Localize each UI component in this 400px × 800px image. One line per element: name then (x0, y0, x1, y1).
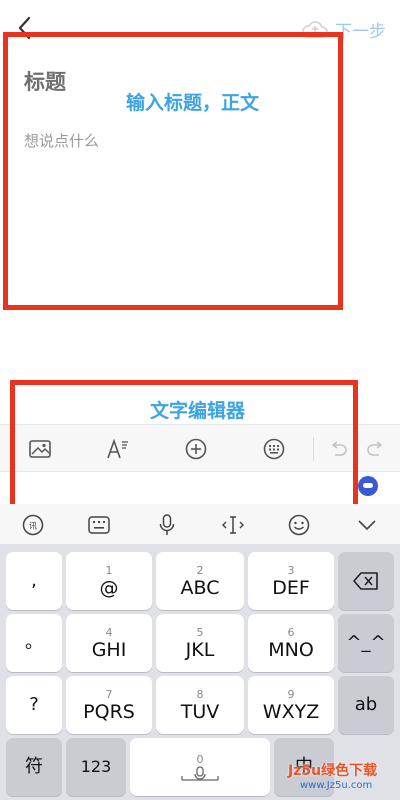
key-5[interactable]: 5 JKL (156, 614, 244, 672)
symbol-key[interactable]: 符 (6, 738, 62, 796)
ime-logo-icon[interactable]: 讯 (20, 512, 46, 538)
key-1[interactable]: 1 @ (66, 552, 152, 610)
key-question[interactable]: ? (6, 676, 62, 734)
backspace-key[interactable] (338, 552, 394, 610)
key-7[interactable]: 7 PQRS (66, 676, 152, 734)
emoji-icon[interactable] (286, 512, 312, 538)
annotation-box-editor (3, 32, 343, 310)
key-8[interactable]: 8 TUV (156, 676, 244, 734)
key-6[interactable]: 6 MNO (248, 614, 334, 672)
key-4[interactable]: 4 GHI (66, 614, 152, 672)
annotation-label-toolbar: 文字编辑器 (150, 400, 246, 422)
backspace-icon (353, 572, 378, 590)
key-2[interactable]: 2 ABC (156, 552, 244, 610)
key-period[interactable]: 。 (6, 614, 62, 672)
key-comma[interactable]: , (6, 552, 62, 610)
svg-text:讯: 讯 (29, 522, 37, 531)
space-mic-icon (181, 765, 219, 781)
annotation-label-editor: 输入标题，正文 (126, 92, 260, 114)
emoticon-key[interactable]: ^_^ (338, 614, 394, 672)
watermark: Jz5u绿色下载 (288, 763, 378, 779)
space-key[interactable]: 0 (130, 738, 270, 796)
key-9[interactable]: 9 WXYZ (248, 676, 334, 734)
keyboard-layout-icon[interactable] (86, 512, 112, 538)
numbers-key[interactable]: 123 (66, 738, 126, 796)
redo-icon[interactable] (362, 435, 390, 463)
watermark-url: www.Jz5u.com (300, 780, 373, 791)
ime-toolbar: 讯 (0, 504, 400, 544)
collapse-chevron-icon[interactable] (354, 512, 380, 538)
assistant-avatar-icon[interactable] (358, 476, 378, 496)
microphone-icon[interactable] (154, 512, 180, 538)
cursor-move-icon[interactable] (220, 512, 246, 538)
ab-key[interactable]: ab (338, 676, 394, 734)
key-3[interactable]: 3 DEF (248, 552, 334, 610)
